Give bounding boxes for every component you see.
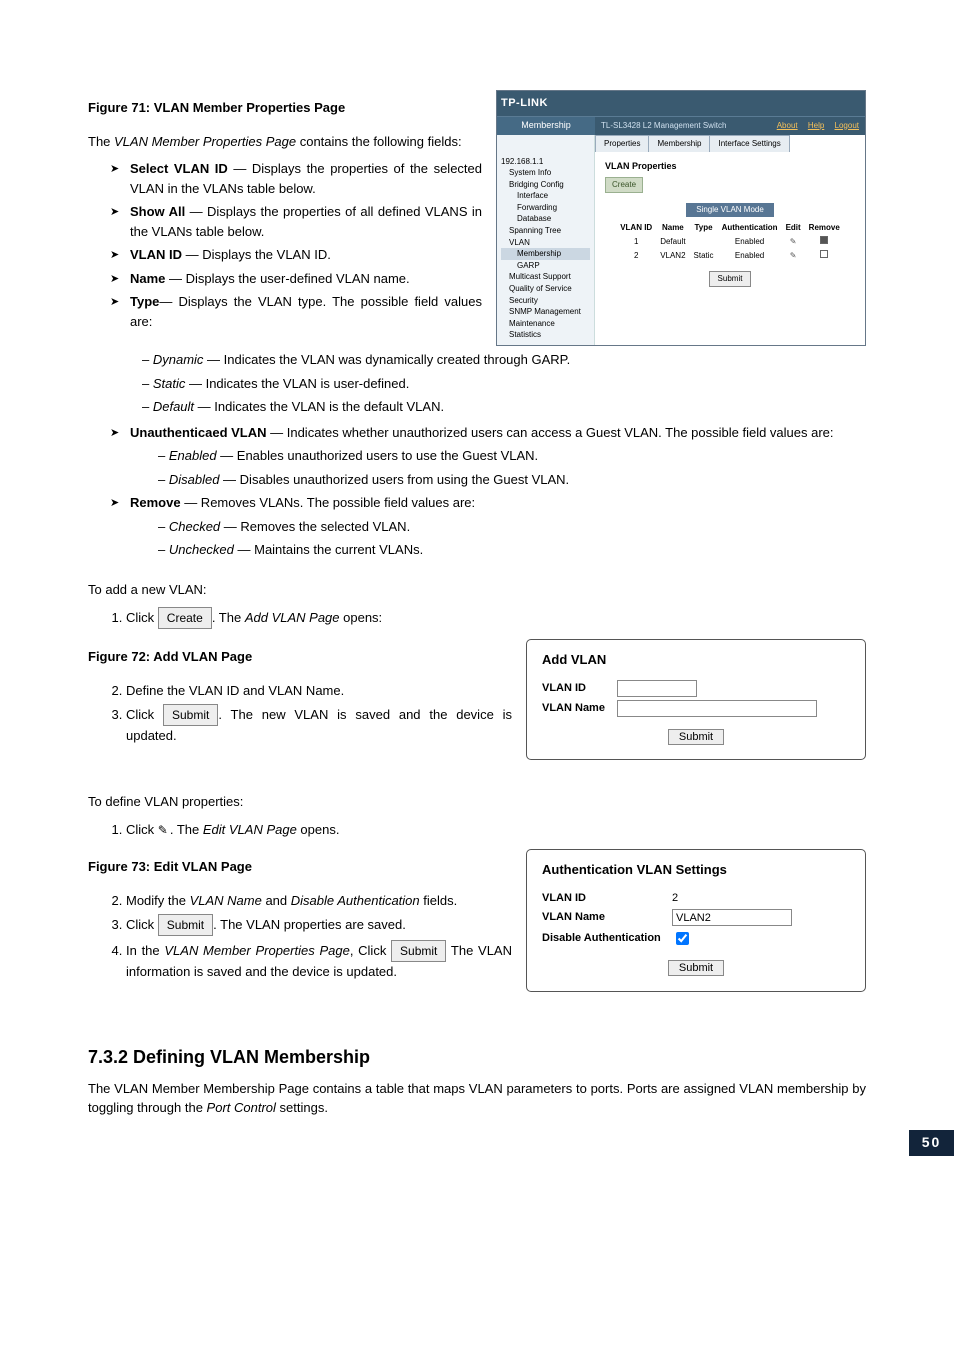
disable-auth-label: Disable Authentication [542,930,672,947]
submit-button[interactable]: Submit [668,729,724,745]
about-link[interactable]: About [777,121,798,130]
mode-badge: Single VLAN Mode [686,203,774,217]
nav-tree[interactable]: 192.168.1.1 System Info Bridging Config … [497,152,595,346]
vlan-id-value: 2 [672,890,678,907]
type-sublist: – Dynamic — Indicates the VLAN was dynam… [88,350,866,417]
section-732-heading: 7.3.2 Defining VLAN Membership [88,1044,866,1071]
panel-title: Authentication VLAN Settings [542,860,850,880]
vlan-name-label: VLAN Name [542,909,672,926]
submit-button-inline[interactable]: Submit [158,914,213,936]
define-properties-intro: To define VLAN properties: [88,792,866,812]
fig71-intro: The VLAN Member Properties Page contains… [88,132,482,152]
figure-71-caption: Figure 71: VLAN Member Properties Page [88,98,482,118]
step-define: Define the VLAN ID and VLAN Name. [126,681,512,701]
add-vlan-intro: To add a new VLAN: [88,580,866,600]
table-row: 2 VLAN2 Static Enabled ✎ [616,249,844,263]
tab-membership[interactable]: Membership [648,135,710,152]
fig71-screenshot: TP-LINK Membership TL-SL3428 L2 Manageme… [496,90,866,346]
vlan-name-input[interactable] [672,909,792,926]
submit-button-inline[interactable]: Submit [391,940,446,962]
vlan-table: VLAN ID Name Type Authentication Edit Re… [616,221,844,263]
vlan-id-label: VLAN ID [542,680,617,697]
help-link[interactable]: Help [808,121,824,130]
tab-properties[interactable]: Properties [595,135,649,152]
logout-link[interactable]: Logout [835,121,859,130]
submit-button[interactable]: Submit [668,960,724,976]
remove-checkbox[interactable] [820,236,828,244]
tab-interface-settings[interactable]: Interface Settings [709,135,789,152]
submit-button[interactable]: Submit [709,271,752,287]
edit-icon[interactable]: ✎ [158,821,168,839]
fig71-field-list: Select VLAN ID — Displays the properties… [88,159,482,331]
edit-icon[interactable]: ✎ [790,237,797,246]
vlan-name-input[interactable] [617,700,817,717]
table-row: 1 Default Enabled ✎ [616,235,844,249]
section-title: VLAN Properties [605,160,855,174]
submit-button-inline[interactable]: Submit [163,704,218,726]
panel-title: Add VLAN [542,650,850,670]
brand-logo: TP-LINK [501,95,861,112]
vlan-id-input[interactable] [617,680,697,697]
figure-73-caption: Figure 73: Edit VLAN Page [88,857,512,877]
edit-icon[interactable]: ✎ [790,251,797,260]
create-button-inline[interactable]: Create [158,607,212,629]
vlan-name-label: VLAN Name [542,700,617,717]
unauth-bullet: Unauthenticaed VLAN — Indicates whether … [88,423,866,560]
create-button[interactable]: Create [605,177,643,193]
side-title: Membership [497,116,595,135]
edit-vlan-panel: Authentication VLAN Settings VLAN ID 2 V… [526,849,866,992]
vlan-id-label: VLAN ID [542,890,672,907]
device-name: TL-SL3428 L2 Management Switch [601,120,726,132]
section-732-para: The VLAN Member Membership Page contains… [88,1079,866,1118]
figure-72-caption: Figure 72: Add VLAN Page [88,647,512,667]
remove-checkbox[interactable] [820,250,828,258]
page-number: 50 [909,1130,954,1156]
disable-auth-checkbox[interactable] [676,932,689,945]
add-vlan-panel: Add VLAN VLAN ID VLAN Name Submit [526,639,866,760]
